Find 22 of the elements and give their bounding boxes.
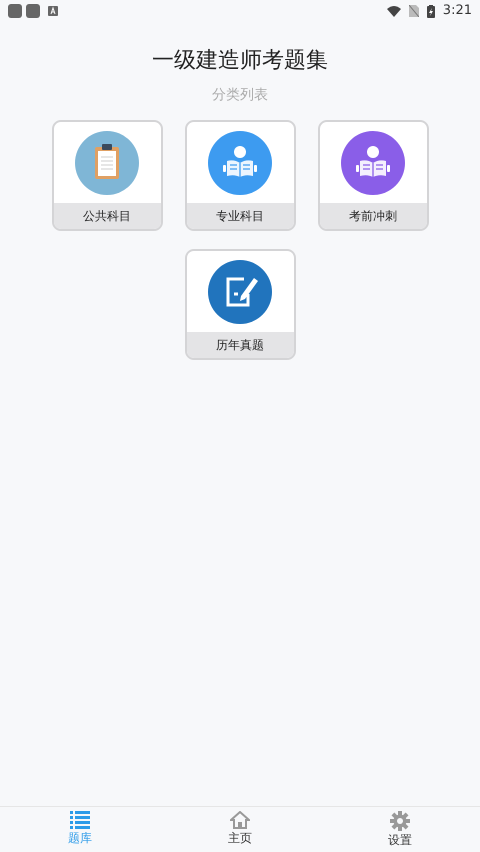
keyboard-icon xyxy=(48,6,58,16)
no-sim-icon xyxy=(408,5,419,17)
home-icon xyxy=(230,811,250,829)
wifi-icon xyxy=(386,6,401,16)
category-tile[interactable]: 考前冲刺 xyxy=(318,120,428,231)
app-icon xyxy=(8,4,22,18)
category-label: 公共科目 xyxy=(54,203,160,229)
app-icon xyxy=(26,4,40,18)
category-label: 专业科目 xyxy=(186,203,294,229)
tab-bar-item[interactable]: 设置 xyxy=(320,807,480,852)
battery-icon xyxy=(426,4,435,18)
category-tile[interactable]: 专业科目 xyxy=(184,120,296,231)
category-tile[interactable]: 公共科目 xyxy=(52,120,162,231)
tab-bar-item[interactable]: 主页 xyxy=(160,807,320,852)
settings-icon xyxy=(390,811,410,831)
clock-time: 3:21 xyxy=(442,2,472,20)
section-subtitle: 分类列表 xyxy=(211,86,269,105)
category-label: 考前冲刺 xyxy=(320,203,426,229)
app-title: 一级建造师考题集 xyxy=(151,47,329,75)
list-icon xyxy=(70,811,90,829)
category-tile[interactable]: 历年真题 xyxy=(184,249,296,360)
category-label: 历年真题 xyxy=(186,332,294,358)
